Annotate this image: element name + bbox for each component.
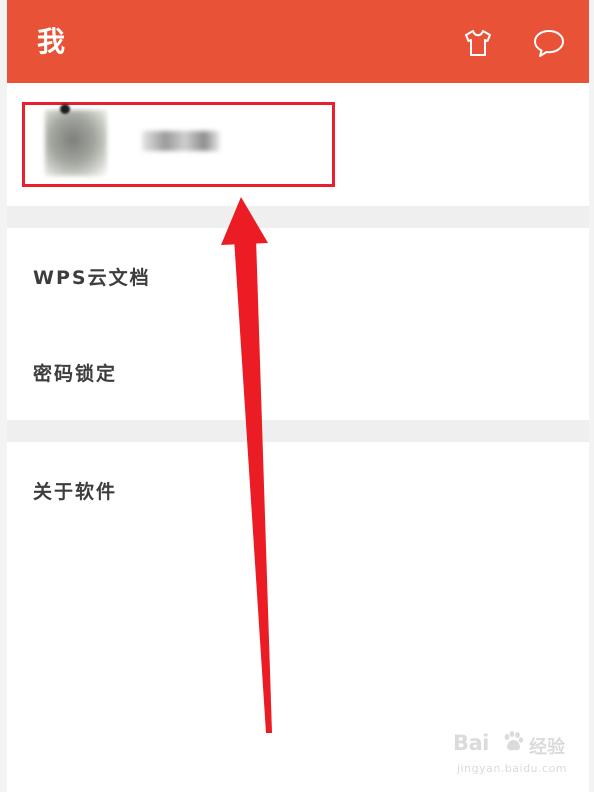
profile-highlight-box bbox=[22, 102, 335, 187]
watermark-suffix: 经验 bbox=[529, 737, 565, 758]
messages-button[interactable] bbox=[530, 24, 568, 62]
menu-item-password-lock[interactable]: 密码锁定 bbox=[7, 324, 589, 420]
menu-item-label: 关于软件 bbox=[33, 480, 118, 503]
chat-bubble-icon bbox=[532, 27, 566, 59]
frame-edge-right bbox=[589, 0, 594, 792]
tshirt-icon bbox=[462, 27, 494, 59]
menu-item-label: 密码锁定 bbox=[33, 362, 118, 385]
baidu-watermark: Bai 经验 jingyan.baidu.com bbox=[445, 725, 570, 785]
theme-button[interactable] bbox=[459, 24, 497, 62]
profile-card[interactable] bbox=[7, 85, 589, 206]
menu-item-label: WPS云文档 bbox=[33, 266, 151, 289]
watermark-logo-text: Bai bbox=[453, 731, 489, 755]
app-header: 我 bbox=[7, 0, 589, 83]
section-divider bbox=[7, 206, 589, 228]
paw-icon bbox=[501, 729, 525, 753]
page-title: 我 bbox=[37, 25, 66, 58]
screen: 我 WPS云文档 密码锁定 关于软件 bbox=[7, 0, 589, 792]
frame-edge-left bbox=[0, 0, 7, 792]
avatar-detail bbox=[60, 104, 70, 114]
menu-item-about-software[interactable]: 关于软件 bbox=[7, 442, 589, 538]
watermark-url: jingyan.baidu.com bbox=[457, 762, 568, 775]
section-divider bbox=[7, 420, 589, 442]
menu-item-wps-cloud-docs[interactable]: WPS云文档 bbox=[7, 228, 589, 324]
